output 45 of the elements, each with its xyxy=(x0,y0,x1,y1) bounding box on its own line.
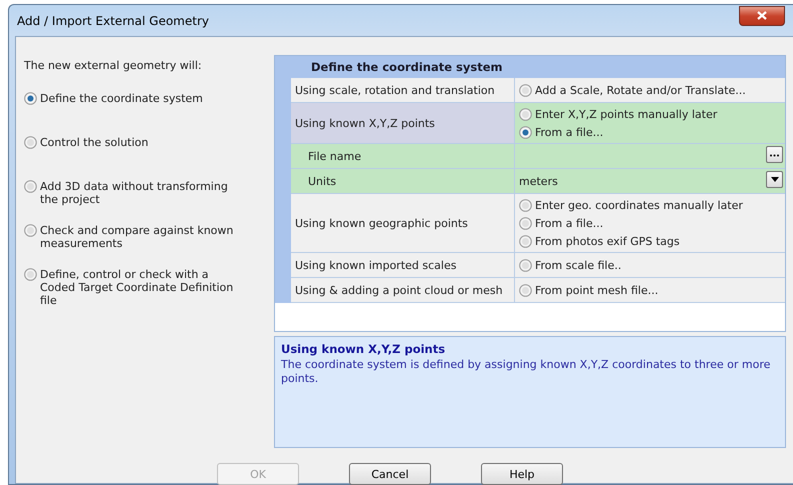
units-dropdown[interactable]: meters xyxy=(515,169,785,193)
option-label: Add a Scale, Rotate and/or Translate... xyxy=(535,84,746,96)
description-text: The coordinate system is defined by assigning known X,Y,Z coordinates to three or more points. xyxy=(281,358,772,386)
dialog-button[interactable]: Help xyxy=(481,463,563,485)
radio-button[interactable] xyxy=(24,92,37,105)
row-label: Using known geographic points xyxy=(291,194,515,252)
choice-label: Define, control or check with a Coded Target Coordinate Definition file xyxy=(40,268,234,307)
dialog-button[interactable]: Cancel xyxy=(349,463,431,485)
radio-button[interactable] xyxy=(519,108,532,120)
grid-heading: Define the coordinate system xyxy=(275,56,785,78)
choice-label: Add 3D data without transforming the project xyxy=(40,180,229,206)
intro-text: The new external geometry will: xyxy=(24,59,203,72)
row-label: Units xyxy=(291,169,515,193)
option-label: From a file... xyxy=(535,126,604,138)
radio-button[interactable] xyxy=(519,198,532,212)
radio-button[interactable] xyxy=(519,284,532,296)
radio-button[interactable] xyxy=(24,224,37,237)
row-label: Using known X,Y,Z points xyxy=(291,103,515,143)
radio-button[interactable] xyxy=(519,84,532,96)
close-button[interactable] xyxy=(739,6,785,26)
close-icon xyxy=(757,11,767,20)
window-title: Add / Import External Geometry xyxy=(16,14,209,28)
option-label: From point mesh file... xyxy=(535,284,658,296)
radio-button[interactable] xyxy=(519,216,532,230)
radio-button[interactable] xyxy=(519,126,532,138)
description-title: Using known X,Y,Z points xyxy=(281,342,446,356)
radio-button[interactable] xyxy=(24,136,37,149)
choice-label: Check and compare against known measurements xyxy=(40,224,234,250)
row-label: File name xyxy=(291,144,515,168)
radio-button[interactable] xyxy=(519,234,532,248)
browse-icon[interactable] xyxy=(766,146,783,163)
radio-button[interactable] xyxy=(24,180,37,193)
choice-label: Control the solution xyxy=(40,136,148,149)
file-field[interactable] xyxy=(515,144,785,168)
option-label: From photos exif GPS tags xyxy=(535,234,680,248)
option-label: Enter geo. coordinates manually later xyxy=(535,198,743,212)
option-label: From scale file.. xyxy=(535,258,622,272)
option-label: From a file... xyxy=(535,216,604,230)
row-label: Using & adding a point cloud or mesh xyxy=(291,278,515,302)
row-label: Using scale, rotation and translation xyxy=(291,78,515,102)
choice-label: Define the coordinate system xyxy=(40,92,203,105)
radio-button[interactable] xyxy=(24,268,37,281)
radio-button[interactable] xyxy=(519,258,532,272)
option-label: Enter X,Y,Z points manually later xyxy=(535,108,718,120)
row-label: Using known imported scales xyxy=(291,253,515,277)
